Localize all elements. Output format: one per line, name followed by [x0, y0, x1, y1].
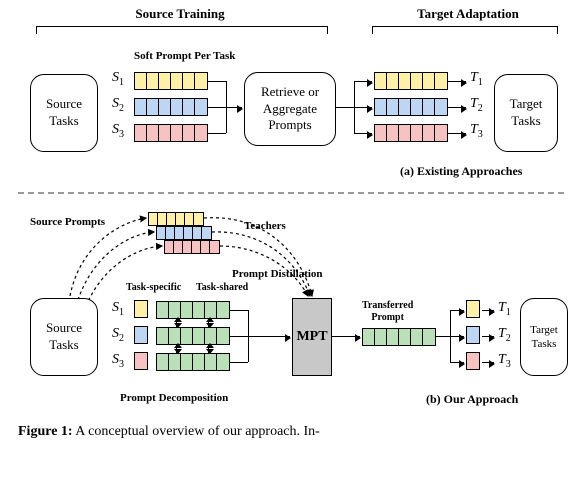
label-prompt-decomposition: Prompt Decomposition [120, 392, 228, 404]
label-transferred: Transferred Prompt [362, 300, 413, 323]
line-b-fan-h [436, 336, 450, 337]
arrow-mpt-out [332, 336, 360, 337]
spec-cell-2 [134, 326, 148, 344]
arrow-b-out3 [450, 362, 464, 363]
mpt-box: MPT [292, 298, 332, 376]
label-task-shared: Task-shared [196, 282, 248, 293]
arrow-b-out2 [450, 336, 464, 337]
label-t1-b: T1 [498, 300, 511, 318]
target-tasks-box-b: Target Tasks [520, 298, 568, 376]
caption-lead: Figure 1: [18, 424, 73, 439]
tgt-cell-3 [466, 352, 480, 370]
spec-cell-1 [134, 300, 148, 318]
tgt-cell-2 [466, 326, 480, 344]
label-t2-b: T2 [498, 326, 511, 344]
arrow-b-t2 [482, 336, 494, 337]
shared-row-2 [156, 327, 230, 345]
arrow-b-t3 [482, 362, 494, 363]
dbl-arrow-4 [208, 344, 209, 353]
arrow-b-out1 [450, 310, 464, 311]
arrow-b-to-mpt [230, 336, 290, 337]
transferred-row [362, 328, 436, 346]
line-b-s3 [230, 362, 248, 363]
shared-row-3 [156, 353, 230, 371]
dbl-arrow-1 [176, 318, 177, 327]
label-s2-b: S2 [112, 326, 124, 344]
panel-b-label: (b) Our Approach [426, 392, 518, 407]
arrow-b-t1 [482, 310, 494, 311]
label-s1-b: S1 [112, 300, 124, 318]
source-tasks-box-b: Source Tasks [30, 298, 98, 376]
label-s3-b: S3 [112, 352, 124, 370]
dbl-arrow-3 [176, 344, 177, 353]
shared-row-1 [156, 301, 230, 319]
label-t3-b: T3 [498, 352, 511, 370]
caption-text: A conceptual overview of our approach. I… [73, 424, 320, 439]
spec-cell-3 [134, 352, 148, 370]
line-b-s1 [230, 310, 248, 311]
label-task-specific: Task-specific [126, 282, 181, 293]
tgt-cell-1 [466, 300, 480, 318]
dbl-arrow-2 [208, 318, 209, 327]
figure-canvas: Source Training Target Adaptation Source… [0, 0, 582, 502]
figure-caption: Figure 1: A conceptual overview of our a… [18, 424, 564, 440]
